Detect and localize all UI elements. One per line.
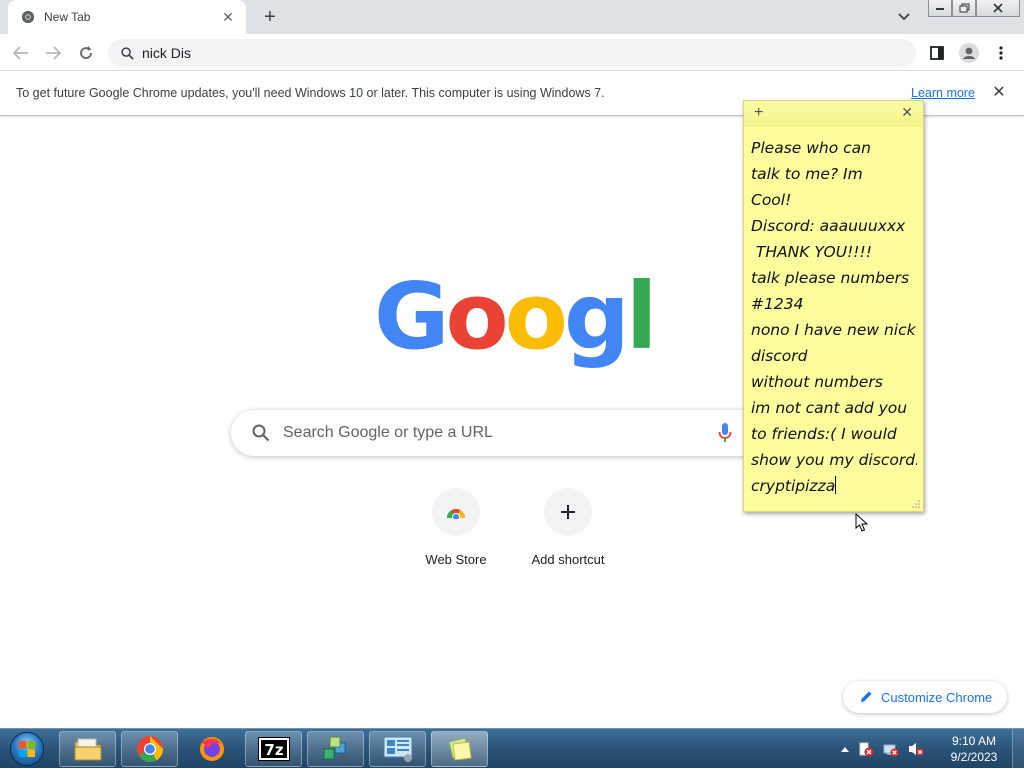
tab-close-icon[interactable]: ✕	[220, 9, 236, 25]
learn-more-link[interactable]: Learn more	[911, 86, 975, 100]
start-button[interactable]	[3, 731, 51, 767]
new-tab-button[interactable]: +	[258, 6, 282, 28]
sticky-line: Cool!	[751, 191, 792, 209]
tab-strip: New Tab ✕ +	[0, 0, 1024, 34]
show-desktop-button[interactable]	[1012, 729, 1024, 769]
side-panel-button[interactable]	[924, 40, 950, 66]
profile-avatar[interactable]	[956, 40, 982, 66]
search-icon	[251, 423, 271, 443]
toolbar: nick Dis	[0, 34, 1024, 71]
show-hidden-icons-icon[interactable]	[840, 740, 850, 758]
system-tray	[840, 729, 932, 769]
sticky-note[interactable]: + ✕ Please who can talk to me? Im Cool! …	[743, 100, 924, 512]
sticky-line: show you my discord:	[751, 451, 917, 469]
search-icon	[120, 46, 134, 60]
windows-logo-icon	[10, 732, 44, 766]
customize-chrome-button[interactable]: Customize Chrome	[843, 681, 1007, 713]
taskbar-network[interactable]	[307, 731, 364, 767]
sticky-line: to friends:( I would	[751, 425, 897, 443]
taskbar-sticky-notes[interactable]	[431, 731, 488, 767]
taskbar-explorer[interactable]	[59, 731, 116, 767]
sticky-line: talk please numbers	[751, 269, 910, 287]
taskbar-control-panel[interactable]	[369, 731, 426, 767]
shortcut-web-store[interactable]: Web Store	[400, 488, 512, 578]
customize-chrome-label: Customize Chrome	[881, 689, 993, 705]
sticky-line: im not cant add you	[751, 399, 908, 417]
sticky-add-icon[interactable]: +	[754, 104, 763, 122]
infobar-message: To get future Google Chrome updates, you…	[16, 86, 605, 100]
text-caret	[835, 476, 837, 494]
sticky-last-line: cryptipizza	[751, 473, 917, 499]
taskbar-7zip[interactable]: 7z	[245, 731, 302, 767]
reload-button[interactable]	[73, 40, 99, 66]
google-logo: Google	[374, 270, 650, 370]
chrome-icon	[136, 735, 163, 763]
chrome-favicon-icon	[20, 9, 36, 25]
search-placeholder: Search Google or type a URL	[283, 424, 493, 441]
windows-taskbar: 7z 9:10 AM 9/2/2023	[0, 728, 1024, 769]
control-panel-icon	[383, 736, 412, 762]
svg-text:7z: 7z	[264, 741, 283, 759]
sticky-line: #1234	[751, 295, 804, 313]
sticky-note-text[interactable]: Please who can talk to me? Im Cool! Disc…	[744, 127, 923, 499]
sticky-line: nono I have new nick	[751, 321, 916, 339]
sticky-line: talk to me? Im	[751, 165, 863, 183]
taskbar-clock[interactable]: 9:10 AM 9/2/2023	[943, 733, 1005, 765]
shortcut-label: Add shortcut	[531, 552, 605, 567]
sticky-close-icon[interactable]: ✕	[901, 104, 913, 121]
clock-date: 9/2/2023	[950, 750, 998, 764]
mouse-cursor-icon	[855, 513, 869, 532]
clock-time: 9:10 AM	[951, 734, 997, 748]
sticky-notes-icon	[447, 737, 472, 761]
restore-button[interactable]	[952, 0, 976, 17]
action-center-icon[interactable]	[857, 740, 875, 758]
plus-icon	[544, 488, 592, 536]
address-bar[interactable]: nick Dis	[108, 39, 916, 67]
taskbar-chrome[interactable]	[121, 731, 178, 767]
resize-grip-icon[interactable]	[912, 500, 920, 508]
ntp-search-box[interactable]: Search Google or type a URL	[231, 410, 793, 456]
svg-text:Google: Google	[374, 270, 650, 370]
forward-button[interactable]	[40, 40, 66, 66]
web-store-icon	[432, 488, 480, 536]
pencil-icon	[861, 691, 872, 702]
tab-title: New Tab	[44, 10, 91, 24]
7zip-icon: 7z	[257, 737, 290, 761]
sticky-line: cryptipizza	[751, 477, 836, 495]
back-button[interactable]	[8, 40, 34, 66]
volume-muted-icon[interactable]	[907, 740, 925, 758]
explorer-icon	[74, 738, 101, 761]
microphone-icon[interactable]	[717, 422, 733, 444]
sticky-line: THANK YOU!!!!	[751, 243, 872, 261]
sticky-line: without numbers	[751, 373, 883, 391]
menu-icon[interactable]	[988, 40, 1014, 66]
sticky-note-header[interactable]: + ✕	[744, 101, 923, 127]
network-tray-icon[interactable]	[882, 740, 900, 758]
address-bar-text: nick Dis	[142, 45, 192, 61]
close-window-button[interactable]	[976, 0, 1020, 17]
minimize-button[interactable]	[928, 0, 952, 17]
tab-new-tab[interactable]: New Tab ✕	[8, 0, 246, 34]
firefox-icon	[199, 737, 224, 761]
tab-search-button[interactable]	[894, 7, 914, 27]
sticky-line: discord	[751, 347, 808, 365]
shortcut-label: Web Store	[425, 552, 487, 567]
sticky-line: Please who can	[751, 139, 871, 157]
taskbar-firefox	[183, 731, 240, 767]
network-icon	[323, 736, 349, 763]
sticky-line: Discord: aaauuuxxx	[751, 217, 906, 235]
infobar-close-icon[interactable]: ✕	[990, 83, 1008, 101]
shortcut-add[interactable]: Add shortcut	[512, 488, 624, 578]
